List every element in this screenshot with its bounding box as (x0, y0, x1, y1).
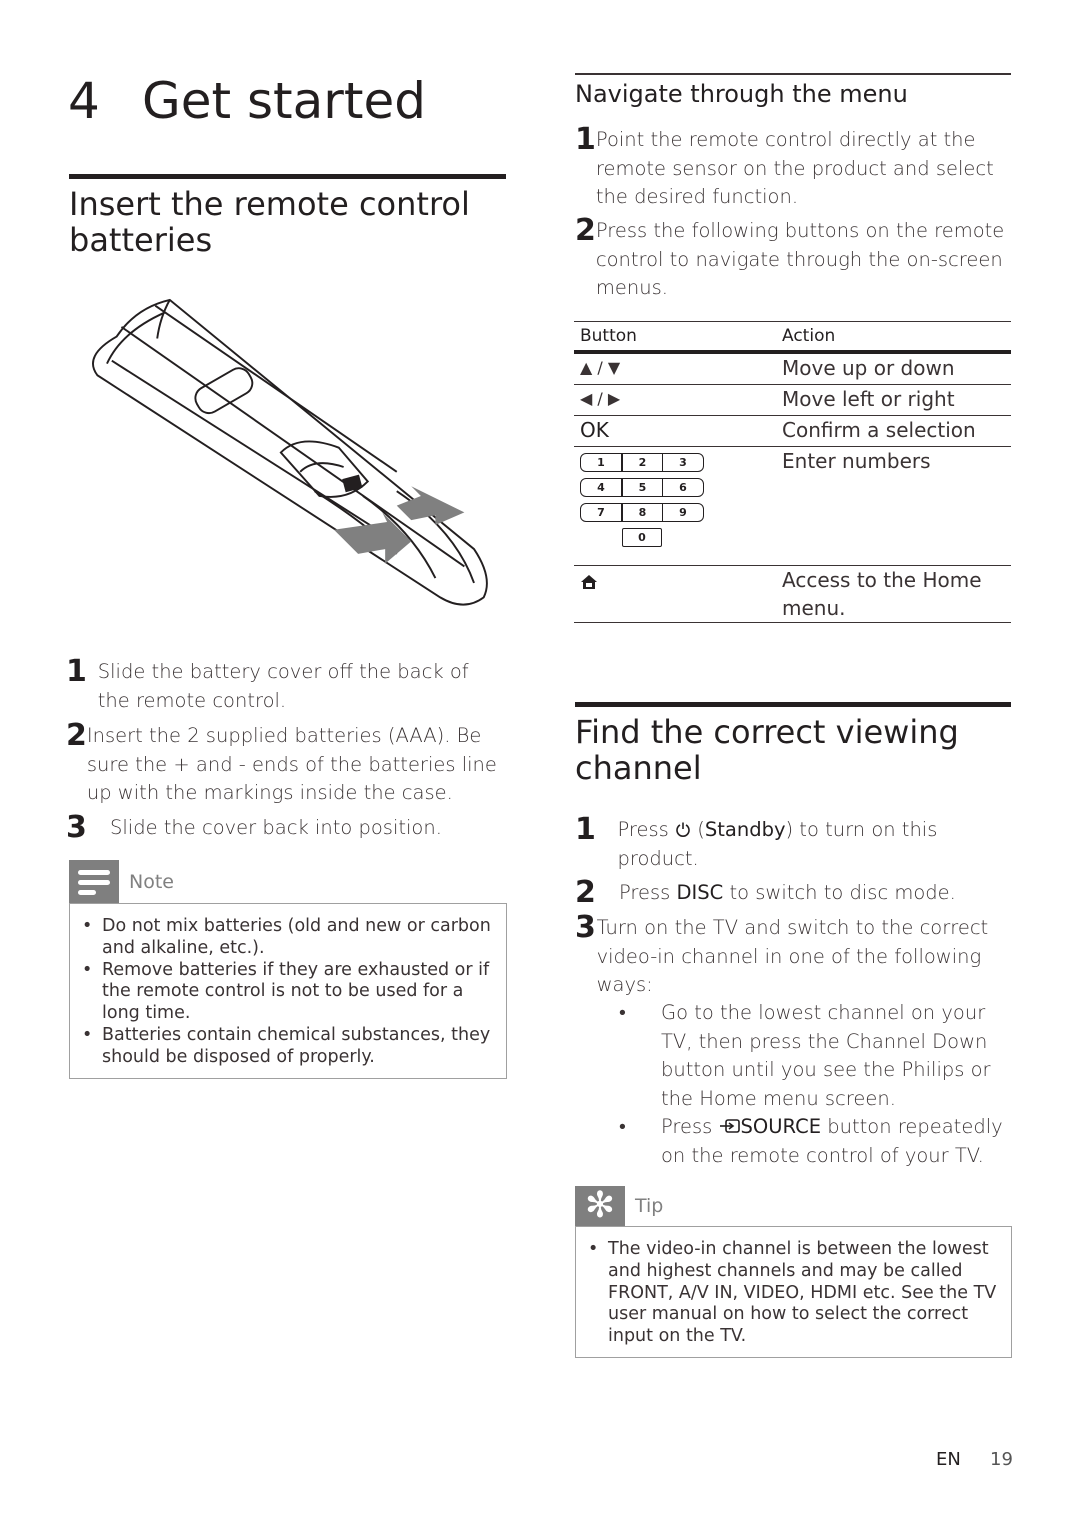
button-cell-keypad: 1 2 3 4 5 6 7 8 9 0 (574, 446, 776, 566)
battery-step-1: 1 Slide the battery cover off the back o… (66, 654, 506, 715)
step-text: Turn on the TV and switch to the correct… (596, 916, 989, 996)
table-row: ▲ / ▼ Move up or down (574, 352, 1011, 385)
button-cell-up-down: ▲ / ▼ (574, 352, 776, 385)
button-cell-home (574, 565, 776, 623)
tip-header: ✻ Tip (575, 1186, 663, 1226)
key-9: 9 (662, 503, 704, 522)
chapter-number: 4 (68, 72, 100, 130)
note-item: Remove batteries if they are exhausted o… (70, 960, 506, 1025)
note-item: Batteries contain chemical substances, t… (70, 1025, 506, 1069)
key-0: 0 (622, 528, 662, 547)
numeric-keypad-icon: 1 2 3 4 5 6 7 8 9 0 (580, 453, 776, 547)
section-divider (69, 174, 506, 179)
remote-control-battery-illustration (92, 298, 488, 606)
action-cell: Move up or down (776, 352, 1011, 385)
channel-step-2: 2 Press DISC to switch to disc mode. (575, 875, 1011, 910)
channel-option: Press SOURCE button repeatedly on the re… (575, 1113, 1015, 1170)
source-icon (719, 1119, 740, 1133)
standby-label: Standby (704, 818, 786, 841)
home-icon (581, 575, 597, 589)
step-text: Point the remote control directly at the… (595, 128, 994, 208)
arrow-slide-out-icon (333, 512, 412, 564)
step-number: 1 (575, 122, 596, 157)
action-cell: Move left or right (776, 384, 1011, 416)
subsection-divider (575, 73, 1011, 75)
key-3: 3 (662, 453, 704, 472)
standby-icon (676, 822, 690, 837)
table-row: OK Confirm a selection (574, 415, 1011, 447)
step-text: Insert the 2 supplied batteries (AAA). B… (86, 724, 497, 804)
table-row: 1 2 3 4 5 6 7 8 9 0 Enter numbers (574, 446, 1011, 566)
channel-options-list: Go to the lowest channel on your TV, the… (575, 999, 1015, 1170)
footer-language: EN (936, 1449, 961, 1470)
tip-label: Tip (635, 1195, 664, 1217)
section-title-batteries: Insert the remote control batteries (69, 185, 470, 259)
channel-step-3: 3 Turn on the TV and switch to the corre… (575, 910, 1011, 1000)
action-cell: Access to the Home menu. (776, 565, 1011, 623)
key-2: 2 (622, 453, 662, 472)
navigate-title: Navigate through the menu (575, 80, 908, 108)
table-row: ◀ / ▶ Move left or right (574, 384, 1011, 416)
step-text: Press the following buttons on the remot… (595, 219, 1005, 299)
key-1: 1 (580, 453, 622, 472)
key-4: 4 (580, 478, 622, 497)
tip-box: The video-in channel is between the lowe… (575, 1226, 1012, 1358)
source-label: SOURCE (740, 1115, 822, 1138)
column-header-action: Action (776, 321, 1011, 354)
note-header: Note (69, 860, 174, 904)
key-8: 8 (622, 503, 662, 522)
section-title-channel: Find the correct viewing channel (575, 713, 959, 787)
note-icon (69, 860, 119, 904)
action-cell: Enter numbers (776, 446, 1011, 566)
navigate-step-1: 1 Point the remote control directly at t… (575, 122, 1011, 212)
button-cell-left-right: ◀ / ▶ (574, 384, 776, 416)
step-number: 2 (66, 718, 87, 753)
key-6: 6 (662, 478, 704, 497)
action-cell: Confirm a selection (776, 415, 1011, 447)
navigate-step-2: 2 Press the following buttons on the rem… (575, 213, 1011, 303)
step-number: 2 (575, 875, 596, 910)
step-text: Slide the cover back into position. (110, 816, 442, 839)
section-divider (575, 702, 1011, 707)
tip-item: The video-in channel is between the lowe… (576, 1239, 1011, 1348)
step-number: 2 (575, 213, 596, 248)
note-item: Do not mix batteries (old and new or car… (70, 916, 506, 960)
tip-icon: ✻ (575, 1186, 625, 1226)
channel-step-1: 1 Press (Standby) to turn on this produc… (575, 812, 1011, 873)
step-text: Slide the battery cover off the back of … (97, 660, 469, 712)
channel-option: Go to the lowest channel on your TV, the… (575, 999, 1015, 1113)
step-number: 3 (575, 910, 596, 945)
button-action-table: Button Action ▲ / ▼ Move up or down ◀ / … (574, 321, 1011, 623)
step-text: Press DISC to switch to disc mode. (619, 881, 956, 904)
step-number: 1 (66, 654, 87, 689)
table-row: Access to the Home menu. (574, 565, 1011, 623)
step-text: Press (Standby) to turn on this product. (617, 818, 938, 870)
column-header-button: Button (574, 321, 776, 354)
button-cell-ok: OK (574, 415, 776, 447)
table-header-row: Button Action (574, 321, 1011, 354)
page-number: 19 (990, 1449, 1013, 1470)
step-number: 1 (575, 812, 596, 847)
key-7: 7 (580, 503, 622, 522)
chapter-title: Get started (142, 72, 426, 130)
battery-step-2: 2 Insert the 2 supplied batteries (AAA).… (66, 718, 506, 808)
disc-label: DISC (676, 881, 724, 904)
battery-step-3: 3 Slide the cover back into position. (66, 810, 506, 845)
note-label: Note (129, 871, 174, 893)
key-5: 5 (622, 478, 662, 497)
note-box: Do not mix batteries (old and new or car… (69, 903, 507, 1079)
step-number: 3 (66, 810, 87, 845)
